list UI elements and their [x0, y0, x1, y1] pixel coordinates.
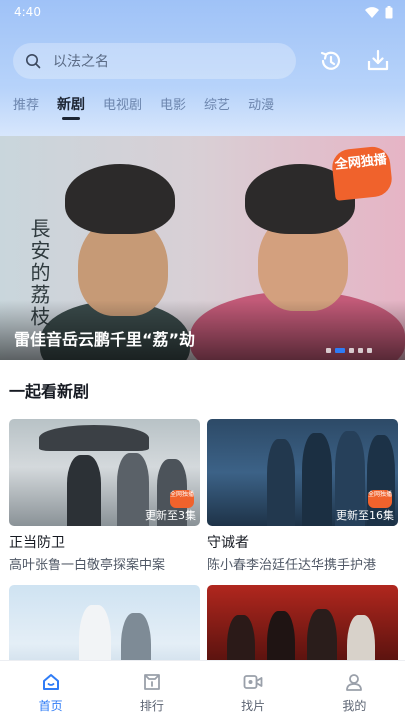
- video-icon: [243, 675, 263, 689]
- series-subtitle: 陈小春李治廷任达华携手护港: [207, 558, 377, 573]
- tab-new-series[interactable]: 新剧: [57, 94, 85, 124]
- status-bar: 4:40: [0, 0, 405, 24]
- pager-dot[interactable]: [335, 348, 345, 353]
- history-button[interactable]: [316, 46, 346, 76]
- nav-home[interactable]: 首页: [0, 661, 101, 720]
- episode-count: 更新至3集: [145, 509, 196, 522]
- section-title: 一起看新剧: [9, 382, 90, 401]
- battery-icon: [385, 5, 393, 18]
- hero-banner[interactable]: 長安的荔枝 全网独播 雷佳音岳云鹏千里“荔”劫: [0, 136, 405, 360]
- nav-label: 排行: [139, 699, 164, 713]
- tab-recommend[interactable]: 推荐: [13, 94, 39, 124]
- exclusive-badge: 全网独播: [170, 490, 194, 508]
- ranking-icon: [143, 674, 160, 690]
- nav-label: 找片: [241, 699, 266, 713]
- series-subtitle: 高叶张鲁一白敬亭探案中案: [9, 558, 166, 573]
- banner-pager: [326, 348, 372, 353]
- thumb-figure: [267, 439, 295, 526]
- tab-variety[interactable]: 综艺: [204, 94, 230, 124]
- download-button[interactable]: [363, 46, 393, 76]
- tab-movies[interactable]: 电影: [160, 94, 186, 124]
- category-tabs: 推荐 新剧 电视剧 电影 综艺 动漫: [13, 94, 292, 124]
- app-page: 4:40 以法之名 推荐 新剧 电视剧 电影 综艺 动漫 長安的荔枝 全网独播 …: [0, 0, 405, 720]
- thumb-figure: [67, 455, 101, 526]
- series-thumbnail: 全网独播 更新至16集: [207, 419, 398, 526]
- series-title: 守诚者: [207, 535, 249, 551]
- banner-title: 雷佳音岳云鹏千里“荔”劫: [14, 330, 196, 349]
- search-placeholder: 以法之名: [53, 54, 109, 70]
- tab-anime[interactable]: 动漫: [248, 94, 274, 124]
- umbrella-shape: [39, 425, 149, 451]
- exclusive-badge: 全网独播: [330, 145, 394, 201]
- download-icon: [367, 49, 389, 71]
- thumb-figure: [302, 433, 332, 526]
- series-card[interactable]: 全网独播 更新至3集 正当防卫 高叶张鲁一白敬亭探案中案: [9, 419, 200, 573]
- series-card[interactable]: 全网独播 更新至16集 守诚者 陈小春李治廷任达华携手护港: [207, 419, 398, 573]
- profile-icon: [346, 674, 363, 691]
- nav-ranking[interactable]: 排行: [101, 661, 202, 720]
- search-input[interactable]: 以法之名: [13, 43, 296, 79]
- pager-dot[interactable]: [349, 348, 354, 353]
- series-thumbnail: 全网独播 更新至3集: [9, 419, 200, 526]
- status-time: 4:40: [14, 5, 41, 19]
- search-icon: [26, 54, 41, 69]
- status-icons: [365, 5, 393, 19]
- banner-figure: [65, 164, 175, 234]
- exclusive-badge: 全网独播: [368, 490, 392, 508]
- history-icon: [320, 51, 341, 70]
- series-title: 正当防卫: [9, 535, 65, 551]
- home-icon: [42, 674, 59, 690]
- pager-dot[interactable]: [367, 348, 372, 353]
- pager-dot[interactable]: [326, 348, 331, 353]
- nav-label: 我的: [342, 699, 367, 713]
- pager-dot[interactable]: [358, 348, 363, 353]
- wifi-icon: [365, 6, 379, 18]
- bottom-navigation: 首页 排行 找片 我的: [0, 660, 405, 720]
- episode-count: 更新至16集: [336, 509, 394, 522]
- tab-tv-series[interactable]: 电视剧: [103, 94, 142, 124]
- nav-profile[interactable]: 我的: [304, 661, 405, 720]
- nav-find-video[interactable]: 找片: [203, 661, 304, 720]
- nav-label: 首页: [38, 699, 63, 713]
- search-row: 以法之名: [13, 43, 393, 79]
